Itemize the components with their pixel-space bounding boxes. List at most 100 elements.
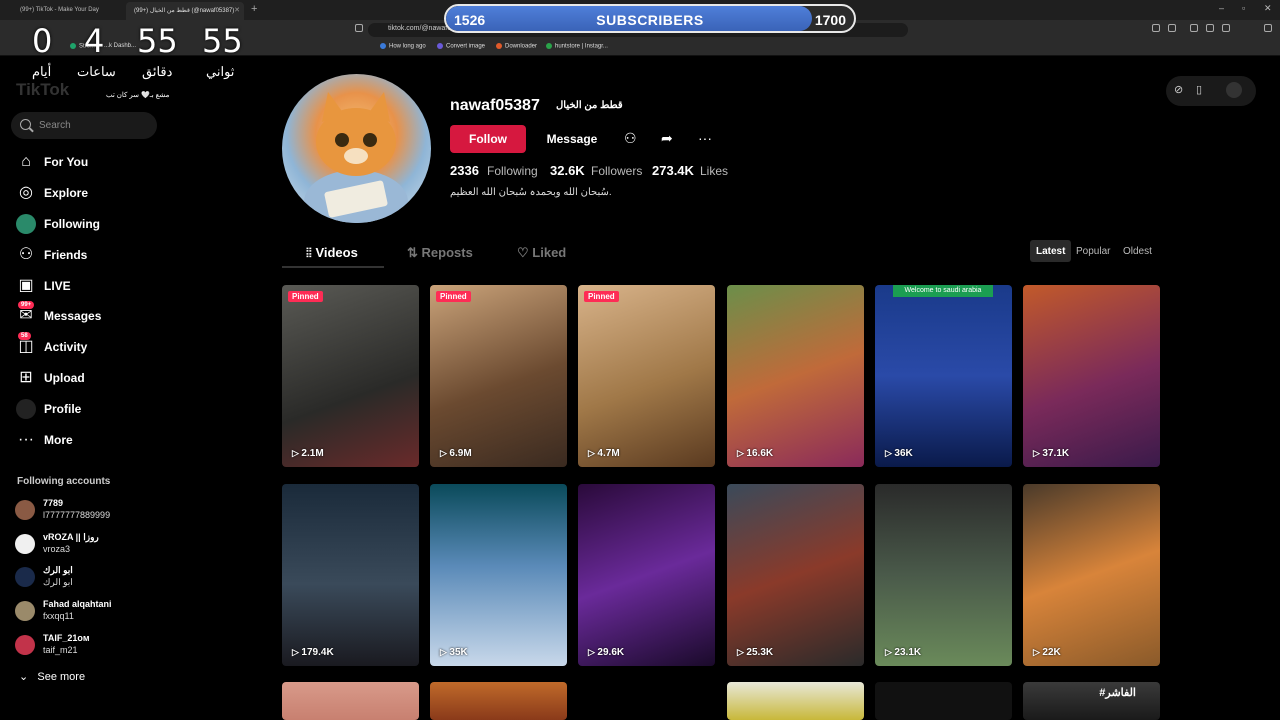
tab-videos[interactable]: ⦙⦙ Videos [306, 245, 358, 261]
sidebar-icon[interactable] [1206, 24, 1214, 32]
media-icon[interactable] [1190, 24, 1198, 32]
sidebar-item-label: Following [44, 217, 100, 231]
sidebar-item-explore[interactable]: ◎ Explore [12, 180, 192, 206]
browser-tab-active[interactable]: (99+) قطط من الخيال (@nawaf05387) ✕ [126, 2, 244, 20]
see-more-button[interactable]: ⌄ See more [19, 670, 85, 683]
following-account-item[interactable]: Fahad alqahtani fxxqq11 [15, 597, 175, 625]
user-avatar-icon[interactable] [1226, 82, 1242, 98]
tab-reposts[interactable]: ⇅ Reposts [407, 245, 473, 261]
friends-icon: ⚇ [18, 246, 34, 263]
share-icon[interactable]: ➦ [661, 130, 673, 147]
video-thumbnail[interactable]: 179.4K [282, 484, 419, 666]
countdown-days-value: 0 [32, 22, 53, 60]
following-account-item[interactable]: ابو الرك ابو الرك [15, 563, 175, 591]
following-count[interactable]: 2336 [450, 163, 479, 178]
device-toggle[interactable]: ⊘ ▯ [1166, 76, 1256, 106]
video-thumbnail[interactable] [282, 682, 419, 720]
account-handle: taif_m21 [43, 645, 78, 655]
video-thumbnail[interactable]: 22K [1023, 484, 1160, 666]
compass-icon[interactable]: ⊘ [1174, 83, 1183, 96]
video-thumbnail[interactable]: 29.6K [578, 484, 715, 666]
view-count: 16.6K [737, 448, 773, 459]
sort-oldest[interactable]: Oldest [1117, 240, 1158, 262]
add-friend-icon[interactable]: ⚇ [624, 130, 637, 147]
followers-count[interactable]: 32.6K [550, 163, 585, 178]
search-placeholder: Search [39, 120, 71, 131]
account-handle: ابو الرك [43, 577, 73, 587]
pinned-badge: Pinned [288, 291, 323, 302]
close-icon[interactable]: ✕ [234, 6, 240, 14]
video-thumbnail[interactable] [578, 682, 715, 720]
profile-icon[interactable] [1222, 24, 1230, 32]
bookmark-label: Downloader [505, 43, 538, 50]
video-thumbnail[interactable]: Pinned 4.7M [578, 285, 715, 467]
new-tab-icon[interactable]: + [251, 3, 257, 15]
bookmark-favicon-icon [546, 43, 552, 49]
view-count: 2.1M [292, 448, 323, 459]
video-thumbnail[interactable] [727, 682, 864, 720]
sort-latest[interactable]: Latest [1030, 240, 1072, 262]
following-account-item[interactable]: TAIF_21ᴏᴍ taif_m21 [15, 631, 175, 659]
subscriber-goal: 1700 [814, 12, 846, 28]
account-name: TAIF_21ᴏᴍ [43, 633, 90, 643]
close-window-icon[interactable]: ✕ [1264, 3, 1272, 14]
countdown-hours-label: ساعات [77, 64, 116, 79]
sidebar-item-following[interactable]: Following [12, 211, 192, 237]
bookmark-item[interactable]: How long ago [380, 43, 426, 50]
sidebar-item-activity[interactable]: ◫ Activity 58 [12, 332, 192, 360]
following-label: Following [487, 164, 538, 178]
profile-avatar[interactable] [282, 74, 431, 223]
account-handle: vroza3 [43, 544, 71, 554]
bookmark-item[interactable]: Downloader [496, 43, 537, 50]
sidebar-item-messages[interactable]: ✉ Messages 99+ [12, 301, 192, 329]
bookmark-item[interactable]: ...k Dashb... [104, 43, 136, 49]
bookmark-favicon-icon [70, 43, 76, 49]
sidebar-item-label: Upload [44, 371, 85, 385]
video-thumbnail[interactable]: 23.1K [875, 484, 1012, 666]
upload-icon: ⊞ [19, 369, 33, 386]
sidebar-item-upload[interactable]: ⊞ Upload [12, 365, 192, 391]
extension-icon[interactable] [1152, 24, 1160, 32]
sidebar-item-friends[interactable]: ⚇ Friends [12, 242, 192, 268]
sidebar-item-more[interactable]: ··· More [12, 427, 192, 453]
more-icon: ··· [18, 431, 34, 448]
bookmark-item[interactable]: huntstore | Instagr... [546, 43, 608, 50]
video-thumbnail[interactable] [430, 682, 567, 720]
sidebar-item-for-you[interactable]: ⌂ For You [12, 149, 192, 175]
maximize-icon[interactable]: ▫ [1242, 3, 1245, 13]
tab-label: Liked [532, 245, 567, 260]
video-thumbnail[interactable]: 35K [430, 484, 567, 666]
tab-liked[interactable]: ♡ Liked [517, 245, 566, 261]
following-account-item[interactable]: vROZA || روزا vroza3 [15, 530, 175, 558]
phone-icon[interactable]: ▯ [1196, 83, 1202, 96]
minimize-icon[interactable]: – [1219, 3, 1224, 13]
account-handle: l7777777889999 [43, 510, 111, 520]
video-thumbnail[interactable]: 25.3K [727, 484, 864, 666]
video-thumbnail[interactable]: Welcome to saudi arabia 36K [875, 285, 1012, 467]
video-thumbnail[interactable]: 16.6K [727, 285, 864, 467]
view-count: 37.1K [1033, 448, 1069, 459]
search-input[interactable]: Search [11, 112, 157, 139]
video-thumbnail[interactable]: Pinned 6.9M [430, 285, 567, 467]
profile-bio: سُبحان الله وبحمدہ سُبحان الله العظيم. [450, 187, 612, 198]
following-account-item[interactable]: 7789 l7777777889999 [15, 496, 175, 524]
menu-icon[interactable] [1264, 24, 1272, 32]
tiktok-logo[interactable]: TikTok [16, 80, 69, 100]
video-thumbnail[interactable]: Pinned 2.1M [282, 285, 419, 467]
video-thumbnail[interactable]: #الفاشر [1023, 682, 1160, 720]
more-options-icon[interactable]: ··· [698, 130, 712, 146]
sidebar-item-profile[interactable]: Profile [12, 396, 192, 422]
account-handle: fxxqq11 [43, 611, 74, 621]
bookmark-icon[interactable] [355, 24, 363, 32]
bookmark-item[interactable]: Convert image [437, 43, 485, 50]
follow-button[interactable]: Follow [450, 125, 526, 153]
sidebar-item-label: More [44, 433, 73, 447]
video-thumbnail[interactable] [875, 682, 1012, 720]
sidebar-item-live[interactable]: ▣ LIVE [12, 273, 192, 299]
browser-tab[interactable]: (99+) TikTok - Make Your Day [12, 2, 124, 20]
extension-icon[interactable] [1168, 24, 1176, 32]
video-thumbnail[interactable]: 37.1K [1023, 285, 1160, 467]
countdown-minutes-value: 55 [137, 22, 178, 60]
message-button[interactable]: Message [536, 125, 608, 153]
sort-popular[interactable]: Popular [1070, 240, 1116, 262]
